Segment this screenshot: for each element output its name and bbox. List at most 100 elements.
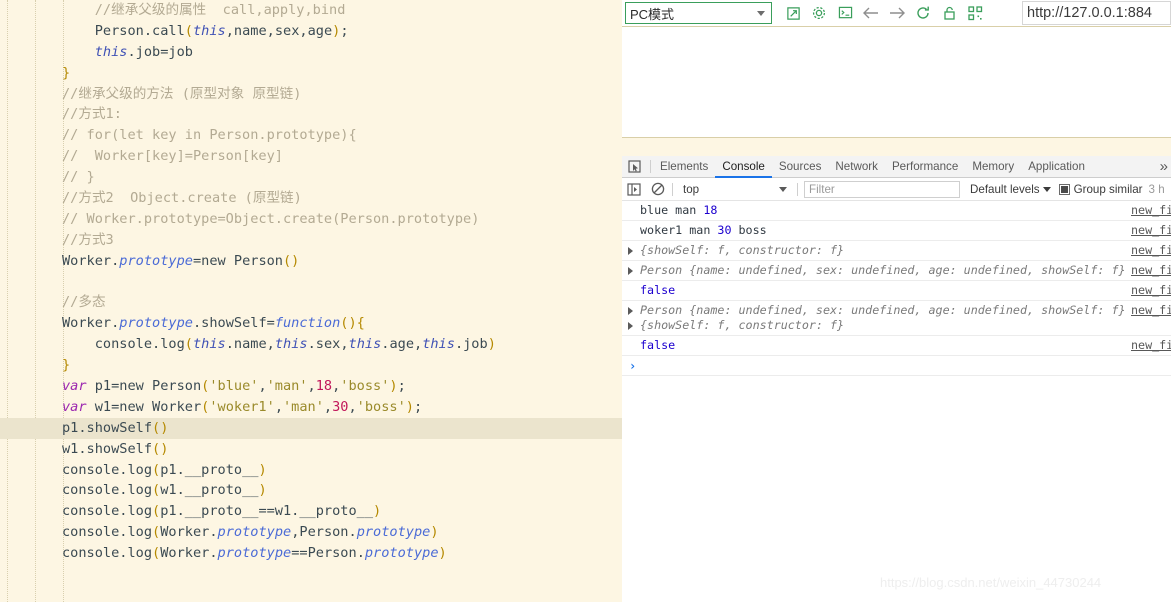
- console-source-link[interactable]: new_file.: [1131, 243, 1171, 258]
- console-boolean-value: false: [640, 338, 676, 352]
- code-line[interactable]: Worker.prototype=new Person(): [0, 251, 622, 272]
- execution-context-select[interactable]: top: [675, 178, 795, 201]
- code-token: ,Person: [291, 524, 349, 541]
- tab-sources[interactable]: Sources: [772, 156, 829, 178]
- forward-arrow-icon[interactable]: [884, 2, 910, 24]
- console-log-row[interactable]: blue man 18 new_file.: [622, 201, 1171, 221]
- open-in-new-icon[interactable]: [780, 2, 806, 24]
- code-line[interactable]: console.log(p1.__proto__==w1.__proto__): [0, 501, 622, 522]
- code-line[interactable]: //多态: [0, 292, 622, 313]
- code-line[interactable]: p1.showSelf(): [0, 417, 622, 439]
- console-filter-input[interactable]: Filter: [804, 180, 960, 198]
- group-similar-toggle[interactable]: Group similar: [1058, 182, 1143, 196]
- code-line[interactable]: [0, 272, 622, 293]
- devtools-tabbar: Elements Console Sources Network Perform…: [622, 156, 1171, 178]
- console-source-link[interactable]: new_file.: [1131, 338, 1171, 353]
- divider: [672, 182, 673, 196]
- console-log-row[interactable]: false new_file.: [622, 281, 1171, 301]
- tab-application[interactable]: Application: [1021, 156, 1092, 178]
- code-line[interactable]: // Worker[key]=Person[key]: [0, 146, 622, 167]
- log-levels-select[interactable]: Default levels: [970, 183, 1051, 196]
- code-line[interactable]: this.job=job: [0, 42, 622, 63]
- code-token: (: [152, 461, 161, 478]
- console-source-link[interactable]: new_file.: [1131, 263, 1171, 278]
- url-bar[interactable]: http://127.0.0.1:884: [1022, 1, 1171, 25]
- console-drawer-icon[interactable]: [832, 2, 858, 24]
- code-token: (: [152, 545, 161, 562]
- source-code-text[interactable]: //继承父级的属性 call,apply,bind Person.call(th…: [0, 0, 622, 564]
- reload-icon[interactable]: [910, 2, 936, 24]
- console-log-row[interactable]: Person {name: undefined, sex: undefined,…: [622, 261, 1171, 281]
- code-token: }: [62, 64, 71, 81]
- code-token: Worker: [62, 315, 112, 332]
- code-token: .: [143, 22, 153, 39]
- group-similar-label: Group similar: [1073, 182, 1143, 196]
- lock-icon[interactable]: [936, 2, 962, 24]
- gear-icon[interactable]: [806, 2, 832, 24]
- code-line[interactable]: console.log(p1.__proto__): [0, 460, 622, 481]
- expand-triangle-icon[interactable]: [628, 267, 633, 275]
- code-line[interactable]: console.log(w1.__proto__): [0, 480, 622, 501]
- group-similar-checkbox[interactable]: [1058, 183, 1070, 195]
- console-log-list[interactable]: blue man 18 new_file. woker1 man 30 boss ne…: [622, 201, 1171, 356]
- code-line[interactable]: var p1=new Person('blue','man',18,'boss'…: [0, 376, 622, 397]
- console-prompt[interactable]: ›: [622, 356, 1171, 376]
- expand-triangle-icon[interactable]: [628, 322, 633, 330]
- code-line[interactable]: }: [0, 63, 622, 84]
- code-token: //继承父级的方法 (原型对象 原型链): [62, 85, 302, 102]
- qr-code-icon[interactable]: [962, 2, 988, 24]
- console-source-link[interactable]: new_file.: [1131, 203, 1171, 218]
- code-line[interactable]: }: [0, 355, 622, 376]
- divider: [650, 160, 651, 173]
- code-line[interactable]: var w1=new Worker('woker1','man',30,'bos…: [0, 397, 622, 418]
- console-log-row[interactable]: {showSelf: f, constructor: f} new_file.: [622, 241, 1171, 261]
- console-source-link[interactable]: new_file.: [1131, 303, 1171, 318]
- code-line[interactable]: // }: [0, 167, 622, 188]
- code-line[interactable]: //方式1:: [0, 104, 622, 125]
- code-line[interactable]: // for(let key in Person.prototype){: [0, 125, 622, 146]
- expand-triangle-icon[interactable]: [628, 247, 633, 255]
- console-object-subline[interactable]: {showSelf: f, constructor: f}: [628, 318, 1171, 333]
- code-line[interactable]: //继承父级的属性 call,apply,bind: [0, 0, 622, 21]
- code-line[interactable]: //继承父级的方法 (原型对象 原型链): [0, 84, 622, 105]
- device-mode-label: PC模式: [630, 6, 675, 22]
- console-sidebar-icon[interactable]: [622, 178, 646, 201]
- tab-network[interactable]: Network: [828, 156, 885, 178]
- tab-memory[interactable]: Memory: [965, 156, 1021, 178]
- code-line[interactable]: console.log(Worker.prototype==Person.pro…: [0, 543, 622, 564]
- code-editor-pane[interactable]: //继承父级的属性 call,apply,bind Person.call(th…: [0, 0, 622, 602]
- console-log-row[interactable]: Person {name: undefined, sex: undefined,…: [622, 301, 1171, 336]
- console-toolbar: top Filter Default levels Group similar …: [622, 178, 1171, 201]
- code-line[interactable]: console.log(this.name,this.sex,this.age,…: [0, 334, 622, 355]
- code-token: this: [192, 336, 226, 353]
- console-log-row[interactable]: false new_file.: [622, 336, 1171, 356]
- expand-triangle-icon[interactable]: [628, 307, 633, 315]
- code-token: (){: [340, 315, 365, 332]
- console-source-link[interactable]: new_file.: [1131, 283, 1171, 298]
- inspect-element-icon[interactable]: [622, 156, 648, 178]
- tab-console[interactable]: Console: [715, 156, 772, 178]
- code-token: 18: [315, 378, 333, 395]
- console-source-link[interactable]: new_file.: [1131, 223, 1171, 238]
- code-token: (): [152, 419, 169, 436]
- code-line[interactable]: //方式3: [0, 230, 622, 251]
- page-viewport[interactable]: [622, 26, 1171, 137]
- code-line[interactable]: //方式2 Object.create (原型链): [0, 188, 622, 209]
- console-log-row[interactable]: woker1 man 30 boss new_file.: [622, 221, 1171, 241]
- code-line[interactable]: Person.call(this,name,sex,age);: [0, 21, 622, 42]
- code-token: function: [274, 315, 341, 332]
- code-token: =new Person: [192, 252, 283, 269]
- device-emulation-toolbar: PC模式 http://127.0.0.1:884: [622, 0, 1171, 26]
- tab-performance[interactable]: Performance: [885, 156, 965, 178]
- more-tabs-icon[interactable]: »: [1160, 158, 1168, 175]
- code-token: 'blue': [209, 378, 259, 395]
- clear-console-icon[interactable]: [646, 178, 670, 201]
- code-line[interactable]: Worker.prototype.showSelf=function(){: [0, 313, 622, 334]
- tab-elements[interactable]: Elements: [653, 156, 715, 178]
- code-line[interactable]: console.log(Worker.prototype,Person.prot…: [0, 522, 622, 543]
- device-mode-select[interactable]: PC模式: [625, 2, 772, 24]
- code-line[interactable]: w1.showSelf(): [0, 439, 622, 460]
- back-arrow-icon[interactable]: [858, 2, 884, 24]
- code-line[interactable]: // Worker.prototype=Object.create(Person…: [0, 209, 622, 230]
